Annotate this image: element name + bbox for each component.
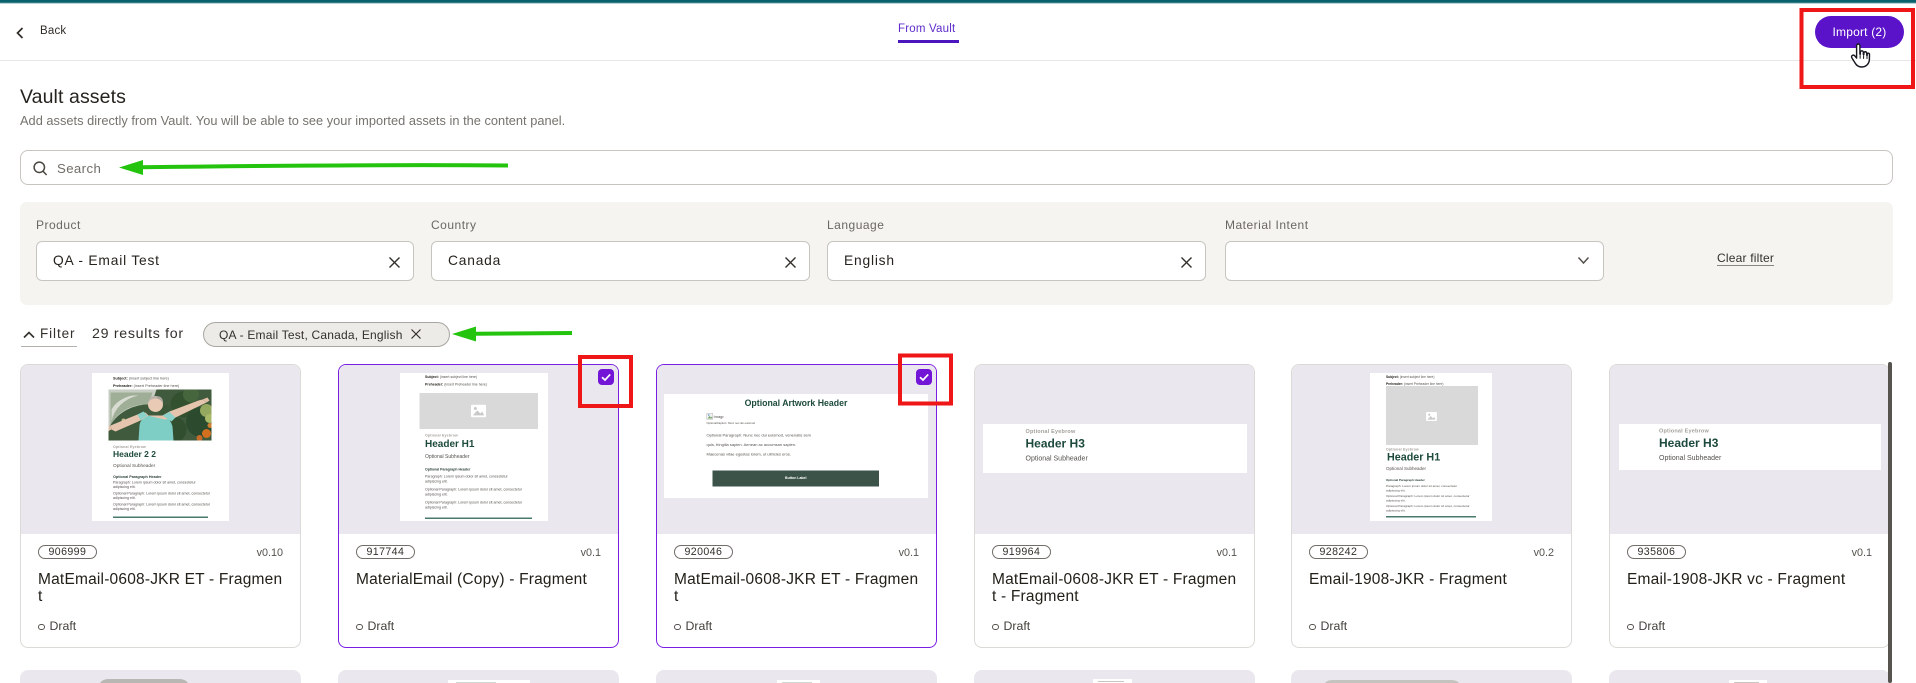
svg-text:Image: Image	[714, 414, 724, 419]
